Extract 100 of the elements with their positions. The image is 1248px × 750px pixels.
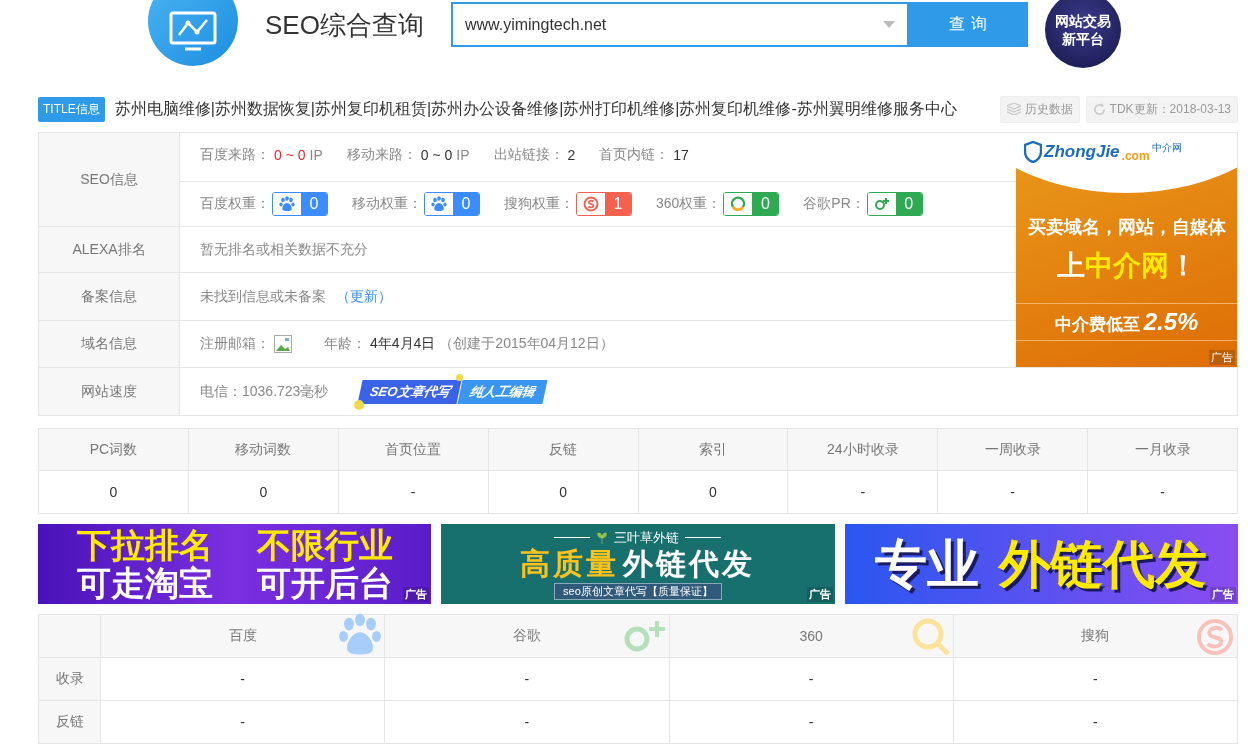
table-cell: - <box>937 470 1088 514</box>
table-cell: - <box>384 657 669 701</box>
badge-text: 网站交易 <box>1054 12 1111 30</box>
search-button[interactable]: 查 询 <box>908 2 1028 47</box>
update-link[interactable]: （更新） <box>336 287 392 306</box>
magnifier-icon <box>910 617 951 657</box>
refresh-icon <box>1092 102 1106 116</box>
table-cell: - <box>384 700 669 744</box>
weight-label: 谷歌PR： <box>803 195 865 213</box>
weight-badge: 0 <box>272 192 328 216</box>
traffic-value: 0 ~ 0 <box>420 147 453 163</box>
ad-mark: 广告 <box>806 587 833 602</box>
beian-text: 未找到信息或未备案 <box>200 287 326 306</box>
column-header: 360 <box>799 628 823 644</box>
page-title-text: 苏州电脑维修|苏州数据恢复|苏州复印机租赁|苏州办公设备维修|苏州打印机维修|苏州复印机维修-苏州翼明维修服务中心 <box>114 98 958 119</box>
ad-mark: 广告 <box>1209 350 1235 365</box>
promo-tag[interactable]: 纯人工编辑 <box>457 379 548 404</box>
column-header: 一周收录 <box>937 428 1088 471</box>
weight-badge: 0 <box>866 192 923 216</box>
created-date: （创建于2015年04月12日） <box>439 335 614 353</box>
ad-headline: 上 <box>1056 249 1085 283</box>
row-label: SEO信息 <box>39 133 180 227</box>
traffic-value: 17 <box>673 147 689 163</box>
column-header: 谷歌 <box>512 627 541 643</box>
dot-icon <box>456 373 464 381</box>
banner-text: 外链代发 <box>999 534 1208 594</box>
plus-icon <box>873 196 890 212</box>
column-header: 百度 <box>228 627 257 643</box>
logo-suffix: .com <box>1121 149 1150 163</box>
unit-label: IP <box>456 147 470 163</box>
banner-text: 不限行业 <box>256 526 393 564</box>
ad-headline: 中介网 <box>1084 249 1169 283</box>
column-header: 移动词数 <box>188 428 339 471</box>
ad-banner[interactable]: 三叶草外链 高质量外链代发 seo原创文章代写【质量保证】 广告 <box>441 524 835 604</box>
traffic-label: 首页内链： <box>599 146 670 164</box>
paw-icon <box>431 196 447 212</box>
weight-badge: 0 <box>723 192 780 216</box>
chart-monitor-icon <box>169 11 217 51</box>
table-cell: 0 <box>638 470 788 514</box>
paw-icon <box>279 196 295 212</box>
weight-label: 搜狗权重： <box>504 195 574 213</box>
site-title: SEO综合查询 <box>265 9 424 42</box>
row-label: 域名信息 <box>39 321 180 368</box>
column-header: 搜狗 <box>1081 627 1110 643</box>
badge-text: 新平台 <box>1061 30 1104 48</box>
column-header: 反链 <box>488 428 638 471</box>
banner-text: 可走淘宝 <box>76 564 213 602</box>
ad-mark: 广告 <box>1210 587 1236 602</box>
traffic-value: 2 <box>567 147 576 163</box>
traffic-label: 出站链接： <box>493 146 564 164</box>
leaf-icon <box>596 531 609 544</box>
shield-icon <box>1024 141 1042 163</box>
table-cell: - <box>953 657 1238 701</box>
promo-badge[interactable]: 网站交易 新平台 <box>1044 0 1121 68</box>
alexa-text: 暂无排名或相关数据不充分 <box>200 240 368 259</box>
rate-text: 2.5% <box>1143 308 1199 336</box>
title-tag: TITLE信息 <box>38 96 105 122</box>
paw-icon <box>338 613 383 657</box>
column-header: 索引 <box>638 428 788 471</box>
row-label: 收录 <box>38 657 101 701</box>
stack-icon <box>1006 103 1021 115</box>
table-cell: - <box>100 657 385 701</box>
email-label: 注册邮箱： <box>200 335 270 353</box>
age-label: 年龄： <box>324 335 366 353</box>
search-field[interactable]: www.yimingtech.net <box>450 2 909 47</box>
table-cell: - <box>1087 470 1238 514</box>
weight-badge: 1 <box>576 192 632 216</box>
banner-tagline: seo原创文章代写【质量保证】 <box>554 582 722 600</box>
ad-headline: ！ <box>1168 249 1197 283</box>
column-header: PC词数 <box>38 428 189 471</box>
table-cell: - <box>953 700 1238 744</box>
banner-text: 可开后台 <box>256 564 393 602</box>
speed-text: 电信：1036.723毫秒 <box>200 382 329 401</box>
weight-label: 移动权重： <box>352 195 422 213</box>
weight-label: 百度权重： <box>200 195 270 213</box>
traffic-value: 0 ~ 0 <box>274 147 306 163</box>
table-cell: 0 <box>188 470 339 514</box>
table-cell: - <box>100 700 385 744</box>
ring-icon <box>730 196 747 212</box>
promo-tag[interactable]: SEO文章代写 <box>357 379 463 404</box>
traffic-label: 移动来路： <box>346 146 417 164</box>
row-label: ALEXA排名 <box>39 227 180 273</box>
caret-icon[interactable] <box>882 21 895 28</box>
weight-badge: 0 <box>424 192 480 216</box>
logo-subtext: 中介网 <box>1151 141 1182 155</box>
ad-text: 买卖域名，网站，自媒体 <box>1027 216 1226 239</box>
row-label: 备案信息 <box>39 273 180 321</box>
logo-text: ZhongJie <box>1044 142 1120 162</box>
column-header: 首页位置 <box>338 428 489 471</box>
row-label: 反链 <box>38 700 101 744</box>
table-cell: - <box>669 700 954 744</box>
fee-text: 中介费低至 <box>1054 314 1140 336</box>
dot-icon <box>354 399 365 410</box>
ad-banner[interactable]: 下拉排名 不限行业 可走淘宝 可开后台 广告 <box>38 524 432 604</box>
weight-label: 360权重： <box>656 195 722 213</box>
table-cell: 0 <box>488 470 638 514</box>
table-cell: - <box>338 470 489 514</box>
banner-text: 专业 <box>875 534 980 594</box>
broken-image-icon <box>274 335 292 353</box>
ad-mark: 广告 <box>403 587 430 602</box>
